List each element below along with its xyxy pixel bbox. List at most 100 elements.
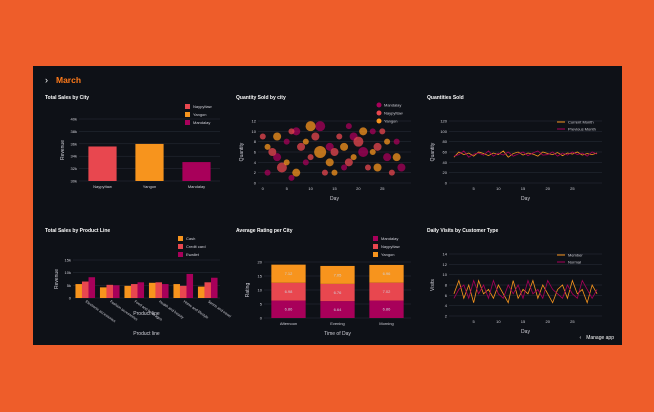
y-tick-label: 12 [443,262,448,267]
panel-avg-rating-city: Average Rating per City 0 5 10 15 20 Rating Ti… [236,228,421,345]
chevron-left-icon: ‹ [579,335,582,341]
y-tick-label: 8 [254,139,257,144]
x-tick-label: 25 [570,319,575,324]
y-axis-label: Visits [430,279,436,291]
y-tick-label: 10 [443,272,448,277]
legend-label: Yangon [384,119,398,124]
x-tick-label: 25 [380,186,385,191]
x-tick-label: Afternoon [280,321,297,326]
x-tick-label: 10 [496,186,501,191]
manage-app-button[interactable]: ‹ Manage app [580,335,614,341]
legend-swatch [185,112,190,117]
scatter-point [288,128,295,135]
legend-label: NaypyItaw [381,244,400,249]
y-axis-label: Quantity [239,142,245,161]
legend-label: NaypyItaw [193,104,212,109]
x-tick-label: 5 [473,186,476,191]
scatter-point [314,146,327,158]
x-axis-label: Day [330,196,339,202]
y-tick-label: 14 [443,252,448,257]
legend-label: Member [568,253,583,258]
bar [124,285,131,298]
y-tick-label: 5k [67,283,71,288]
x-tick-label: 15 [521,319,526,324]
bar [162,284,169,298]
bar [130,284,138,298]
x-axis-label: Day [521,196,530,202]
bar [182,162,211,181]
bar [106,284,114,298]
chart-total-sales-city: 30k 32k 34k 36k 38k 40k Revenue NaypyItaw Yangon… [60,104,220,189]
panel-total-sales-city: Total Sales by City 30k 32k 34k 36k 38k 40k Re… [45,95,230,215]
bar [204,282,212,298]
legend-label: Yangon [381,252,395,257]
legend-label: Cash [186,236,195,241]
bar [211,277,218,298]
chart-title: Total Sales by City [45,95,90,101]
legend-label: Ewallet [186,252,200,257]
x-tick-label: 25 [570,186,575,191]
scatter-point [344,158,353,167]
scatter-point [259,133,266,140]
scatter-point [369,149,376,155]
y-axis-label: Revenue [60,140,66,160]
scatter-point [305,121,316,132]
scatter-point [302,159,309,166]
chart-daily-visits: 2 4 6 8 10 12 14 Visits Day 5 10 15 20 25 Member Normal [430,252,602,335]
chart-title: Average Rating per City [236,228,293,234]
x-tick-label: 15 [332,186,337,191]
legend-swatch [185,104,190,109]
x-tick-label: Mandalay [188,184,205,189]
y-tick-label: 60 [443,150,448,155]
scatter-point [321,169,328,176]
x-tick-label: Home and lifestyle [183,300,210,320]
y-tick-label: 20 [443,170,448,175]
sidebar-header[interactable]: › March [45,72,81,88]
scatter-point [388,169,395,176]
scatter-point [283,159,290,166]
y-tick-label: 4 [254,160,257,165]
dashboard-app: › March Total Sales by City 30k 32k 34k 36k… [33,66,622,345]
chart-title: Quantity Sold by city [236,95,286,101]
scatter-point [307,154,314,161]
scatter-point [325,158,334,167]
bar [99,287,107,298]
data-label: 6.76 [334,290,343,295]
y-tick-label: 12 [252,119,257,124]
page-title: March [56,75,82,85]
manage-app-label: Manage app [586,335,614,341]
bar [197,286,205,298]
chevron-right-icon[interactable]: › [45,75,48,85]
data-label: 7.02 [383,289,392,294]
y-tick-label: 15 [258,274,263,279]
bar [155,282,163,298]
y-tick-label: 5 [260,302,263,307]
scatter-point [345,123,352,130]
x-tick-label: Evening [330,321,344,326]
y-tick-label: 40 [443,160,448,165]
scatter-point [273,132,282,141]
scatter-point [268,148,277,156]
panel-sales-product-line: Total Sales by Product Line 0 5k 10k 15k Rev… [45,228,232,345]
data-label: 6.64 [334,307,343,312]
scatter-point [292,168,301,177]
x-tick-label: Health and beauty [158,300,184,320]
x-tick-label: 5 [473,319,476,324]
scatter-point [264,169,271,176]
x-tick-label: 5 [286,186,289,191]
y-tick-label: 20 [258,260,263,265]
x-tick-label: 0 [262,186,265,191]
legend-marker [376,118,382,124]
bar [81,281,89,298]
bar [75,284,82,298]
scatter-point [397,163,406,172]
bar [186,273,194,298]
y-tick-label: 15k [65,258,71,263]
y-axis-label: Quantity [430,142,436,161]
bar [113,285,120,298]
y-tick-label: 2 [254,170,257,175]
scatter-point [341,164,348,171]
y-axis-label: Revenue [54,269,60,289]
scatter-point [392,153,401,162]
x-tick-label: 20 [545,186,550,191]
